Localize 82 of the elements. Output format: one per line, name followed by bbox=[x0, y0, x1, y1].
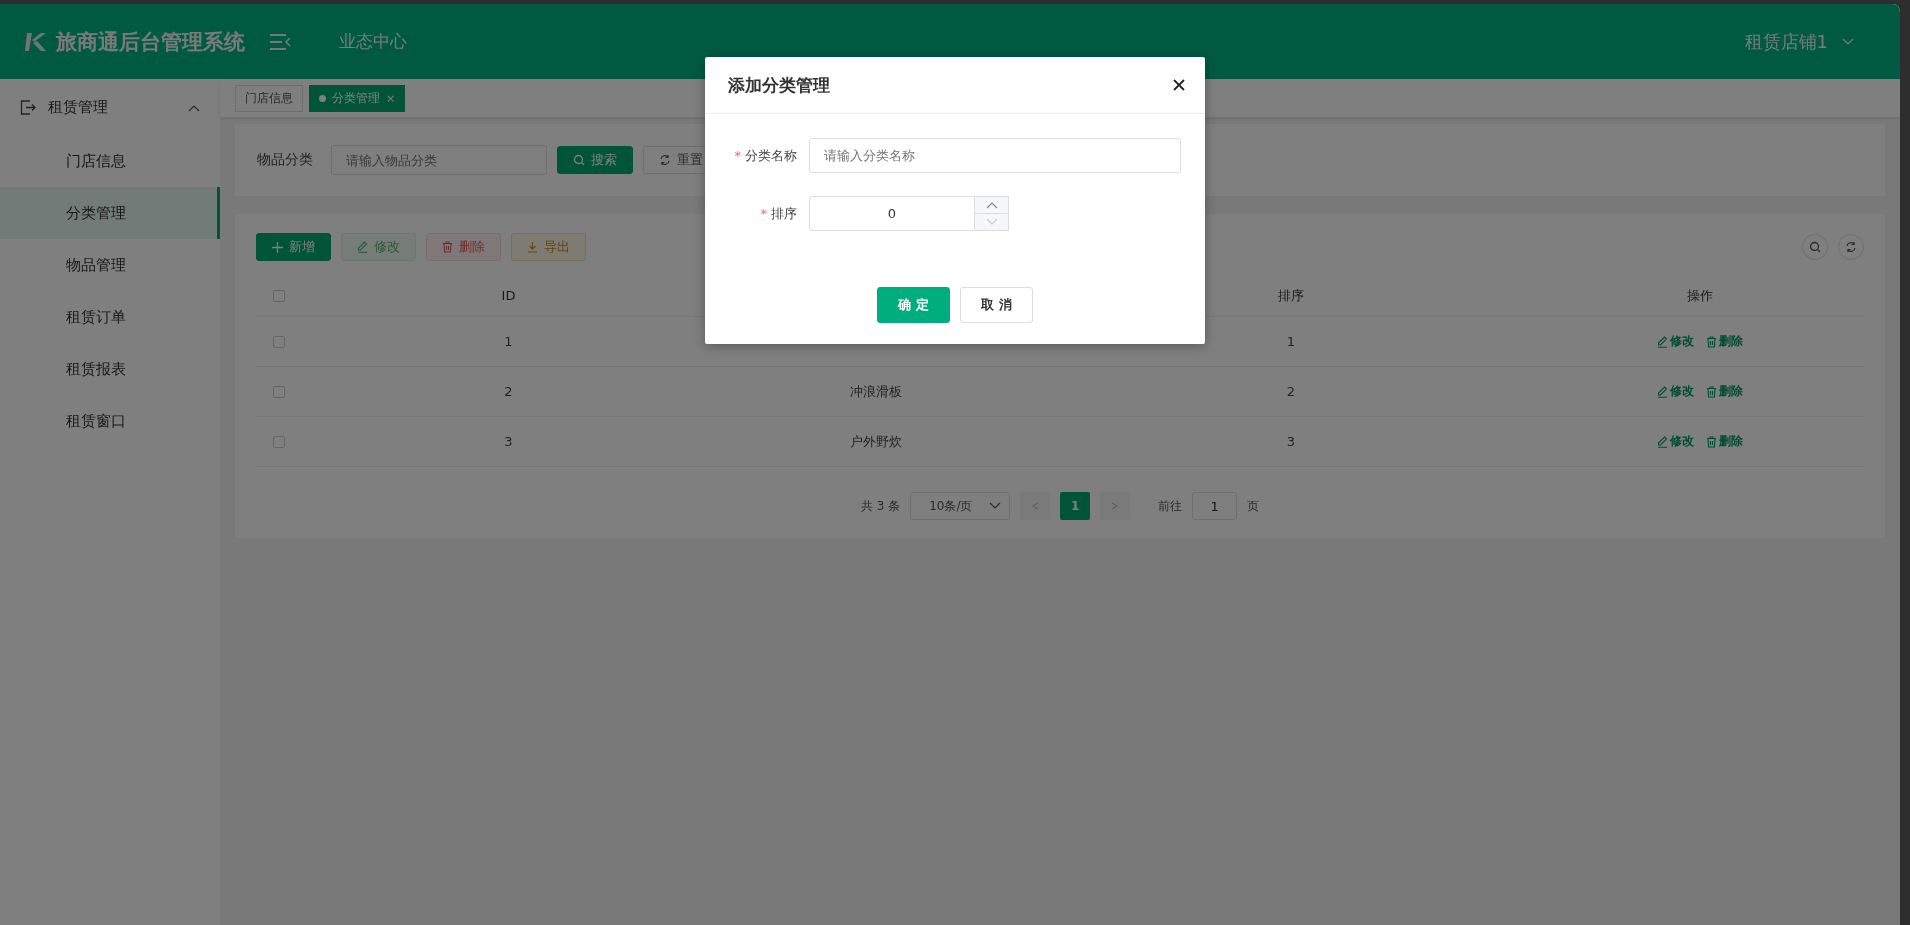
tab[interactable]: 门店信息 bbox=[235, 84, 303, 112]
column-header: ID bbox=[501, 288, 516, 303]
chevron-left-icon bbox=[1031, 502, 1040, 510]
trash-icon bbox=[442, 241, 453, 253]
name-field[interactable]: 请输入分类名称 bbox=[809, 138, 1181, 173]
confirm-button[interactable]: 确 定 bbox=[877, 287, 950, 323]
refresh-icon bbox=[1845, 241, 1857, 253]
page-input[interactable]: 1 bbox=[1192, 492, 1238, 520]
trash-icon bbox=[1706, 335, 1717, 348]
page-suffix: 页 bbox=[1247, 497, 1260, 515]
caret-icon bbox=[1842, 37, 1854, 46]
search-button[interactable]: 搜索 bbox=[557, 146, 633, 174]
goto-label: 前往 bbox=[1158, 497, 1183, 515]
table-cell: 1 bbox=[504, 334, 513, 349]
delete-link[interactable]: 删除 bbox=[1706, 333, 1743, 350]
refresh-icon bbox=[659, 154, 671, 166]
table-cell: 冲浪滑板 bbox=[850, 382, 902, 401]
pencil-icon bbox=[1657, 435, 1668, 448]
edit-link[interactable]: 修改 bbox=[1657, 383, 1694, 400]
plus-icon bbox=[272, 241, 283, 253]
nav-link[interactable]: 业态中心 bbox=[339, 30, 407, 53]
close-tab-button[interactable]: × bbox=[386, 91, 396, 105]
trash-icon bbox=[1706, 435, 1717, 448]
number-field[interactable]: 0 bbox=[809, 196, 975, 231]
decrement-button[interactable] bbox=[975, 214, 1009, 231]
download-icon bbox=[527, 241, 538, 253]
sidebar-item[interactable]: 租赁报表 bbox=[0, 343, 220, 395]
increment-button[interactable] bbox=[975, 196, 1009, 214]
page-button[interactable]: 1 bbox=[1060, 492, 1091, 520]
caret-up-icon bbox=[985, 201, 998, 209]
table-cell: 户外野炊 bbox=[850, 432, 902, 451]
checkbox[interactable] bbox=[273, 289, 285, 302]
delete-link[interactable]: 删除 bbox=[1706, 383, 1743, 400]
pencil-icon bbox=[1657, 335, 1668, 348]
table-cell: 2 bbox=[1286, 384, 1296, 399]
export-button[interactable]: 导出 bbox=[511, 233, 586, 261]
table-cell: 3 bbox=[504, 434, 513, 449]
edit-link[interactable]: 修改 bbox=[1657, 333, 1694, 350]
checkbox[interactable] bbox=[273, 335, 285, 348]
logo-icon bbox=[24, 30, 48, 53]
delete-link[interactable]: 删除 bbox=[1706, 433, 1743, 450]
column-header: 排序 bbox=[1278, 286, 1304, 305]
table-cell: 2 bbox=[504, 384, 513, 399]
next-page-button[interactable] bbox=[1100, 492, 1131, 520]
field-label: * 分类名称 bbox=[733, 146, 798, 165]
search-icon bbox=[573, 154, 585, 166]
sidebar-item[interactable]: 分类管理 bbox=[0, 187, 220, 239]
checkbox[interactable] bbox=[273, 385, 285, 398]
total-count: 共 3 条 bbox=[860, 497, 901, 515]
checkbox[interactable] bbox=[273, 435, 285, 448]
page-size-select[interactable]: 10条/页 bbox=[910, 492, 1011, 520]
sidebar-item[interactable]: 租赁窗口 bbox=[0, 395, 220, 447]
trash-icon bbox=[1706, 385, 1717, 398]
caret-icon bbox=[188, 104, 200, 112]
prev-page-button[interactable] bbox=[1020, 492, 1051, 520]
menu-icon[interactable] bbox=[269, 32, 291, 51]
sidebar-item[interactable]: 租赁订单 bbox=[0, 291, 220, 343]
pencil-icon bbox=[1657, 385, 1668, 398]
table-cell: 3 bbox=[1286, 434, 1296, 449]
cancel-button[interactable]: 取 消 bbox=[960, 287, 1033, 323]
menu-group[interactable]: 租赁管理 bbox=[0, 79, 220, 135]
status-dot bbox=[319, 94, 326, 102]
pencil-icon bbox=[357, 241, 368, 253]
sidebar-item[interactable]: 物品管理 bbox=[0, 239, 220, 291]
app-title: 旅商通后台管理系统 bbox=[56, 28, 245, 56]
dialog-title: 添加分类管理 bbox=[728, 73, 830, 97]
search-icon bbox=[1809, 241, 1821, 253]
tab[interactable]: 分类管理 × bbox=[309, 84, 406, 112]
add-button[interactable]: 新增 bbox=[256, 233, 331, 261]
table-cell: 1 bbox=[1286, 334, 1296, 349]
user-name[interactable]: 租赁店铺1 bbox=[1744, 29, 1828, 54]
edit-link[interactable]: 修改 bbox=[1657, 433, 1694, 450]
caret-icon bbox=[989, 502, 1002, 510]
chevron-right-icon bbox=[1111, 502, 1120, 510]
column-header: 操作 bbox=[1687, 286, 1713, 305]
caret-down-icon bbox=[985, 218, 998, 226]
field-label: 物品分类 bbox=[257, 151, 313, 169]
close-icon[interactable] bbox=[1173, 79, 1185, 91]
search-field[interactable]: 请输入物品分类 bbox=[331, 145, 547, 175]
field-label: * 排序 bbox=[759, 204, 798, 223]
exit-icon bbox=[20, 99, 36, 115]
sidebar-item[interactable]: 门店信息 bbox=[0, 135, 220, 187]
